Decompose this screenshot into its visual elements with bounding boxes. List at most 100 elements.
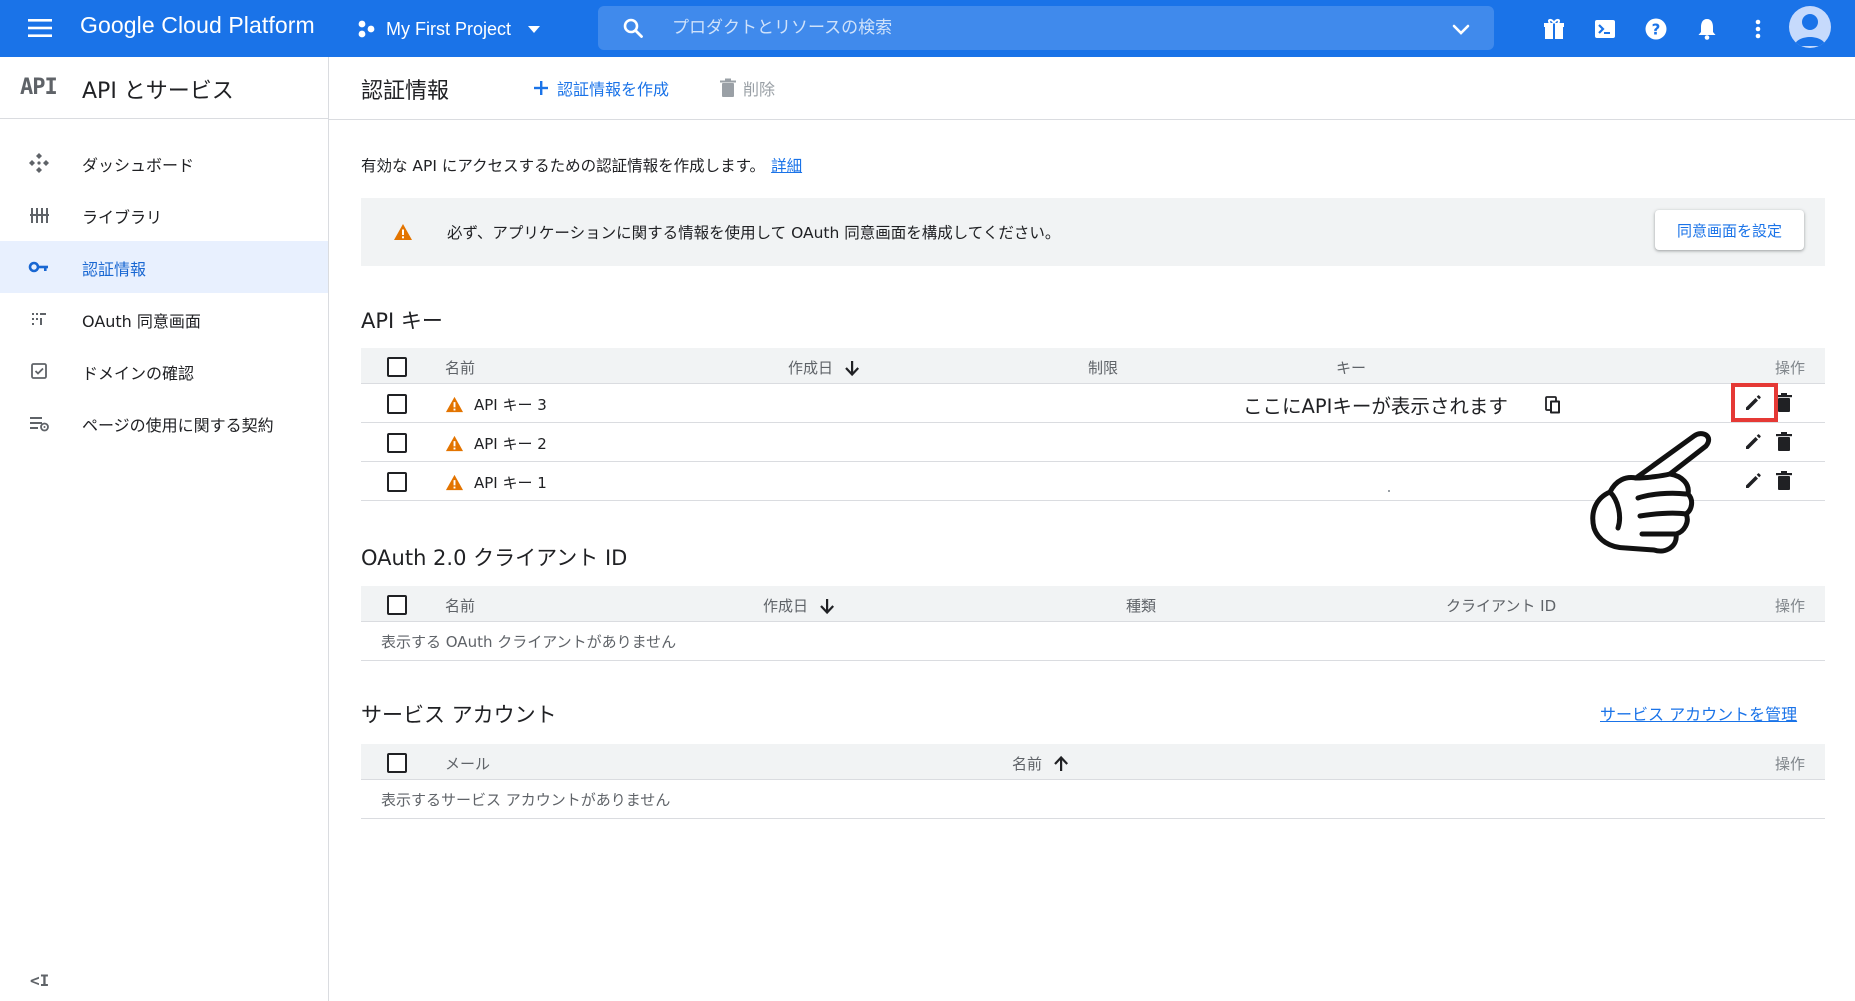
select-all-checkbox[interactable]	[387, 753, 407, 773]
sidebar: API API とサービス ダッシュボード ライブラリ 認証情報 OAuth 同…	[0, 57, 329, 1001]
row-checkbox[interactable]	[387, 472, 407, 492]
notice-text: 必ず、アプリケーションに関する情報を使用して OAuth 同意画面を構成してくだ…	[447, 224, 1061, 242]
project-name: My First Project	[386, 18, 512, 39]
consent-icon	[28, 308, 50, 330]
empty-state-text: 表示するサービス アカウントがありません	[381, 791, 671, 809]
arrow-up-icon	[1052, 755, 1070, 773]
empty-row: 表示するサービス アカウントがありません	[361, 781, 1825, 819]
sidebar-item-library[interactable]: ライブラリ	[0, 189, 328, 241]
sidebar-item-label: ライブラリ	[82, 208, 163, 227]
edit-icon[interactable]	[1743, 471, 1763, 491]
column-key: キー	[1336, 359, 1367, 377]
api-key-name[interactable]: API キー 1	[474, 472, 547, 493]
consent-notice: 必ず、アプリケーションに関する情報を使用して OAuth 同意画面を構成してくだ…	[361, 198, 1825, 266]
sidebar-item-page-usage-agreements[interactable]: ページの使用に関する契約	[0, 397, 328, 449]
brand-title[interactable]: Google Cloud Platform	[80, 12, 315, 39]
select-all-checkbox[interactable]	[387, 595, 407, 615]
project-selector[interactable]: My First Project	[356, 15, 543, 43]
more-vert-icon[interactable]	[1745, 16, 1771, 42]
help-icon[interactable]: ?	[1643, 16, 1669, 42]
search-icon[interactable]	[622, 17, 644, 39]
edit-highlight-box	[1731, 383, 1778, 422]
delete-label: 削除	[743, 80, 776, 99]
column-created-label: 作成日	[788, 359, 834, 377]
oauth-title: OAuth 2.0 クライアント ID	[361, 546, 628, 570]
menu-icon[interactable]	[24, 14, 56, 42]
column-created[interactable]: 作成日	[788, 357, 861, 378]
copy-icon[interactable]	[1544, 395, 1562, 415]
sidebar-item-dashboard[interactable]: ダッシュボード	[0, 137, 328, 189]
table-header: メール 名前 操作	[361, 744, 1825, 780]
sidebar-title: API とサービス	[82, 79, 234, 104]
sidebar-item-label: ダッシュボード	[82, 156, 195, 175]
column-name[interactable]: 名前	[1012, 753, 1070, 774]
table-header: 名前 作成日 種類 クライアント ID 操作	[361, 586, 1825, 622]
chevron-down-icon[interactable]	[1450, 18, 1472, 40]
api-key-name[interactable]: API キー 2	[474, 433, 547, 454]
avatar[interactable]	[1789, 6, 1831, 48]
arrow-down-icon	[818, 597, 836, 615]
empty-row: 表示する OAuth クライアントがありません	[361, 623, 1825, 661]
delete-button[interactable]: 削除	[719, 76, 775, 100]
manage-service-accounts-link[interactable]: サービス アカウントを管理	[1600, 701, 1797, 725]
service-accounts-title: サービス アカウント	[361, 703, 557, 727]
column-name-label: 名前	[1012, 755, 1043, 773]
sidebar-item-label: ページの使用に関する契約	[82, 416, 274, 435]
column-client-id[interactable]: クライアント ID	[1446, 595, 1556, 616]
api-key-name[interactable]: API キー 3	[474, 394, 547, 415]
oauth-table: 名前 作成日 種類 クライアント ID 操作 表示する OAuth クライアント…	[361, 586, 1825, 661]
api-logo: API	[20, 75, 58, 100]
row-checkbox[interactable]	[387, 394, 407, 414]
table-header: 名前 作成日 制限 キー 操作	[361, 348, 1825, 384]
api-keys-title: API キー	[361, 309, 443, 333]
sidebar-item-domain-verification[interactable]: ドメインの確認	[0, 345, 328, 397]
column-restriction: 制限	[1088, 359, 1119, 377]
project-icon	[356, 18, 378, 40]
bell-icon[interactable]	[1694, 16, 1720, 42]
warning-icon	[445, 434, 464, 453]
key-icon	[28, 256, 50, 278]
empty-state-text: 表示する OAuth クライアントがありません	[381, 633, 677, 651]
page-title: 認証情報	[361, 79, 450, 104]
column-actions: 操作	[1774, 359, 1805, 377]
column-email[interactable]: メール	[445, 753, 490, 774]
delete-icon[interactable]	[1775, 470, 1793, 492]
main-header: 認証情報 認証情報を作成 削除	[329, 57, 1855, 120]
create-credentials-button[interactable]: 認証情報を作成	[531, 76, 669, 100]
column-type[interactable]: 種類	[1126, 595, 1156, 616]
sidebar-item-label: 認証情報	[82, 260, 147, 279]
create-credentials-label: 認証情報を作成	[557, 80, 670, 99]
sidebar-item-label: ドメインの確認	[82, 364, 195, 383]
top-app-bar: Google Cloud Platform My First Project ?	[0, 0, 1855, 57]
delete-icon[interactable]	[1775, 431, 1793, 453]
arrow-down-icon	[843, 359, 861, 377]
sidebar-item-oauth-consent[interactable]: OAuth 同意画面	[0, 293, 328, 345]
table-row: API キー 3 ここにAPIキーが表示されます	[361, 385, 1825, 423]
warning-icon	[393, 222, 413, 242]
learn-more-link[interactable]: 詳細	[771, 157, 802, 175]
column-name[interactable]: 名前	[445, 357, 475, 378]
dashboard-icon	[28, 152, 50, 174]
column-actions: 操作	[1774, 755, 1805, 773]
edit-icon[interactable]	[1743, 432, 1763, 452]
search-input[interactable]	[672, 13, 1412, 43]
column-created[interactable]: 作成日	[763, 595, 836, 616]
search-bar[interactable]	[598, 6, 1494, 50]
warning-icon	[445, 395, 464, 414]
column-actions: 操作	[1774, 597, 1805, 615]
agreements-icon	[28, 412, 50, 434]
sidebar-item-credentials[interactable]: 認証情報	[0, 241, 328, 293]
warning-icon	[445, 473, 464, 492]
terminal-icon[interactable]	[1592, 16, 1618, 42]
collapse-sidebar-icon[interactable]: <I	[30, 971, 49, 990]
sidebar-item-label: OAuth 同意画面	[82, 312, 201, 331]
trash-icon	[719, 78, 737, 98]
column-name[interactable]: 名前	[445, 595, 475, 616]
gift-icon[interactable]	[1541, 16, 1567, 42]
sidebar-header: API API とサービス	[0, 57, 328, 119]
configure-consent-button[interactable]: 同意画面を設定	[1655, 210, 1804, 250]
row-checkbox[interactable]	[387, 433, 407, 453]
api-key-value: ここにAPIキーが表示されます	[1243, 395, 1508, 418]
select-all-checkbox[interactable]	[387, 357, 407, 377]
domain-check-icon	[28, 360, 50, 382]
